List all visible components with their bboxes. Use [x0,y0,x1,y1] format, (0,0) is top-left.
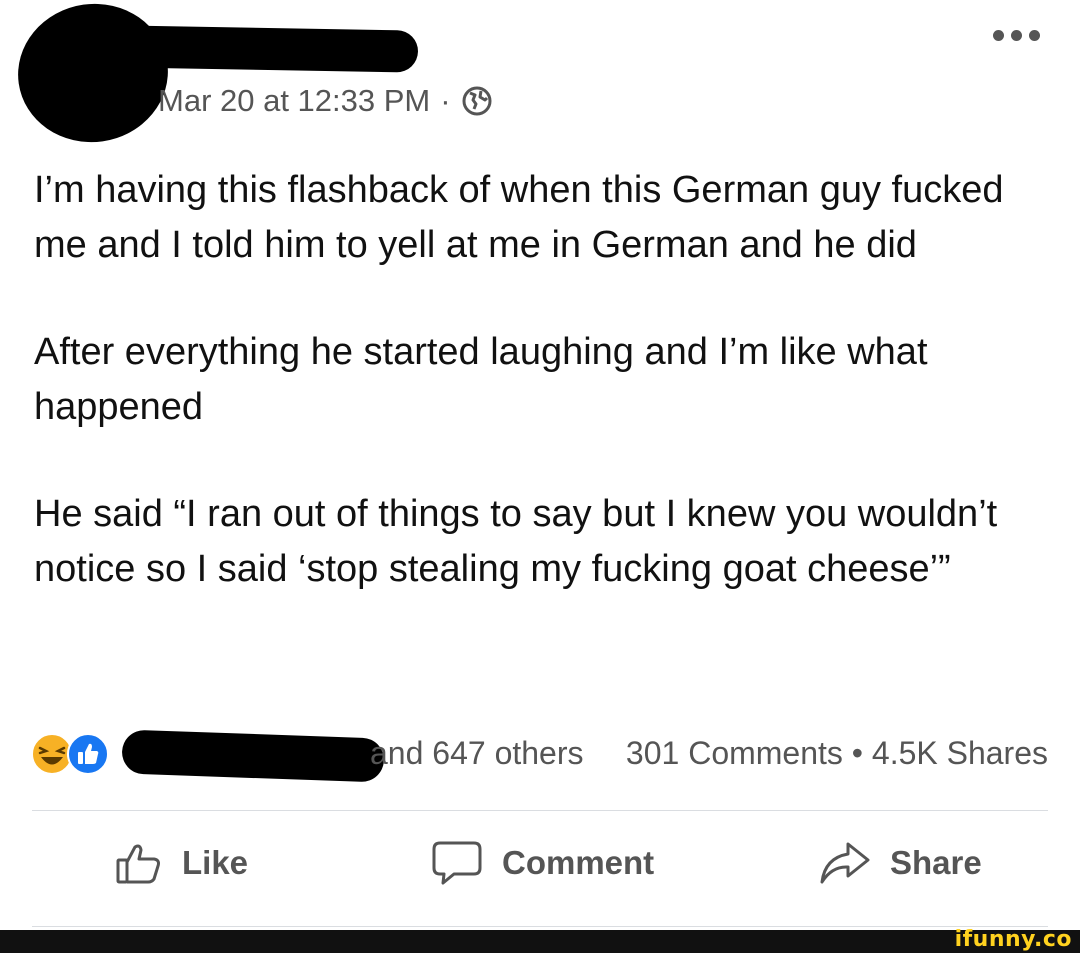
post-paragraph: I’m having this flashback of when this G… [34,169,1004,266]
post-paragraph: After everything he started laughing and… [34,331,928,428]
comment-label: Comment [502,844,655,881]
name-redaction [119,25,419,73]
action-bar: Like Comment Share [0,838,1080,904]
ifunny-watermark: ifunny.co [954,927,1072,952]
share-label: Share [890,844,982,881]
more-icon[interactable] [993,30,1040,41]
post-stats: and 647 others 301 Comments • 4.5K Share… [30,728,1050,783]
post-timestamp[interactable]: Mar 20 at 12:33 PM [158,83,430,119]
share-arrow-icon [820,842,870,884]
timestamp-separator: · [440,83,451,118]
reactors-name-redaction [121,729,385,783]
comment-button[interactable]: Comment [430,838,654,888]
reactions-count[interactable]: and 647 others [370,735,584,772]
comments-shares-count[interactable]: 301 Comments • 4.5K Shares [626,735,1048,772]
globe-icon [461,85,493,117]
post-timestamp-row: Mar 20 at 12:33 PM · [158,78,493,124]
thumbs-up-icon [116,844,160,884]
like-reaction-icon[interactable] [66,732,110,776]
post-paragraph: He said “I ran out of things to say but … [34,493,998,590]
like-label: Like [182,844,249,881]
share-button[interactable]: Share [818,838,982,888]
divider [32,810,1048,811]
comment-bubble-icon [432,841,482,885]
watermark-bar [0,930,1080,953]
avatar-redaction [9,0,177,152]
like-button[interactable]: Like [114,838,248,888]
post-text: I’m having this flashback of when this G… [34,163,1054,649]
divider [32,926,1048,927]
